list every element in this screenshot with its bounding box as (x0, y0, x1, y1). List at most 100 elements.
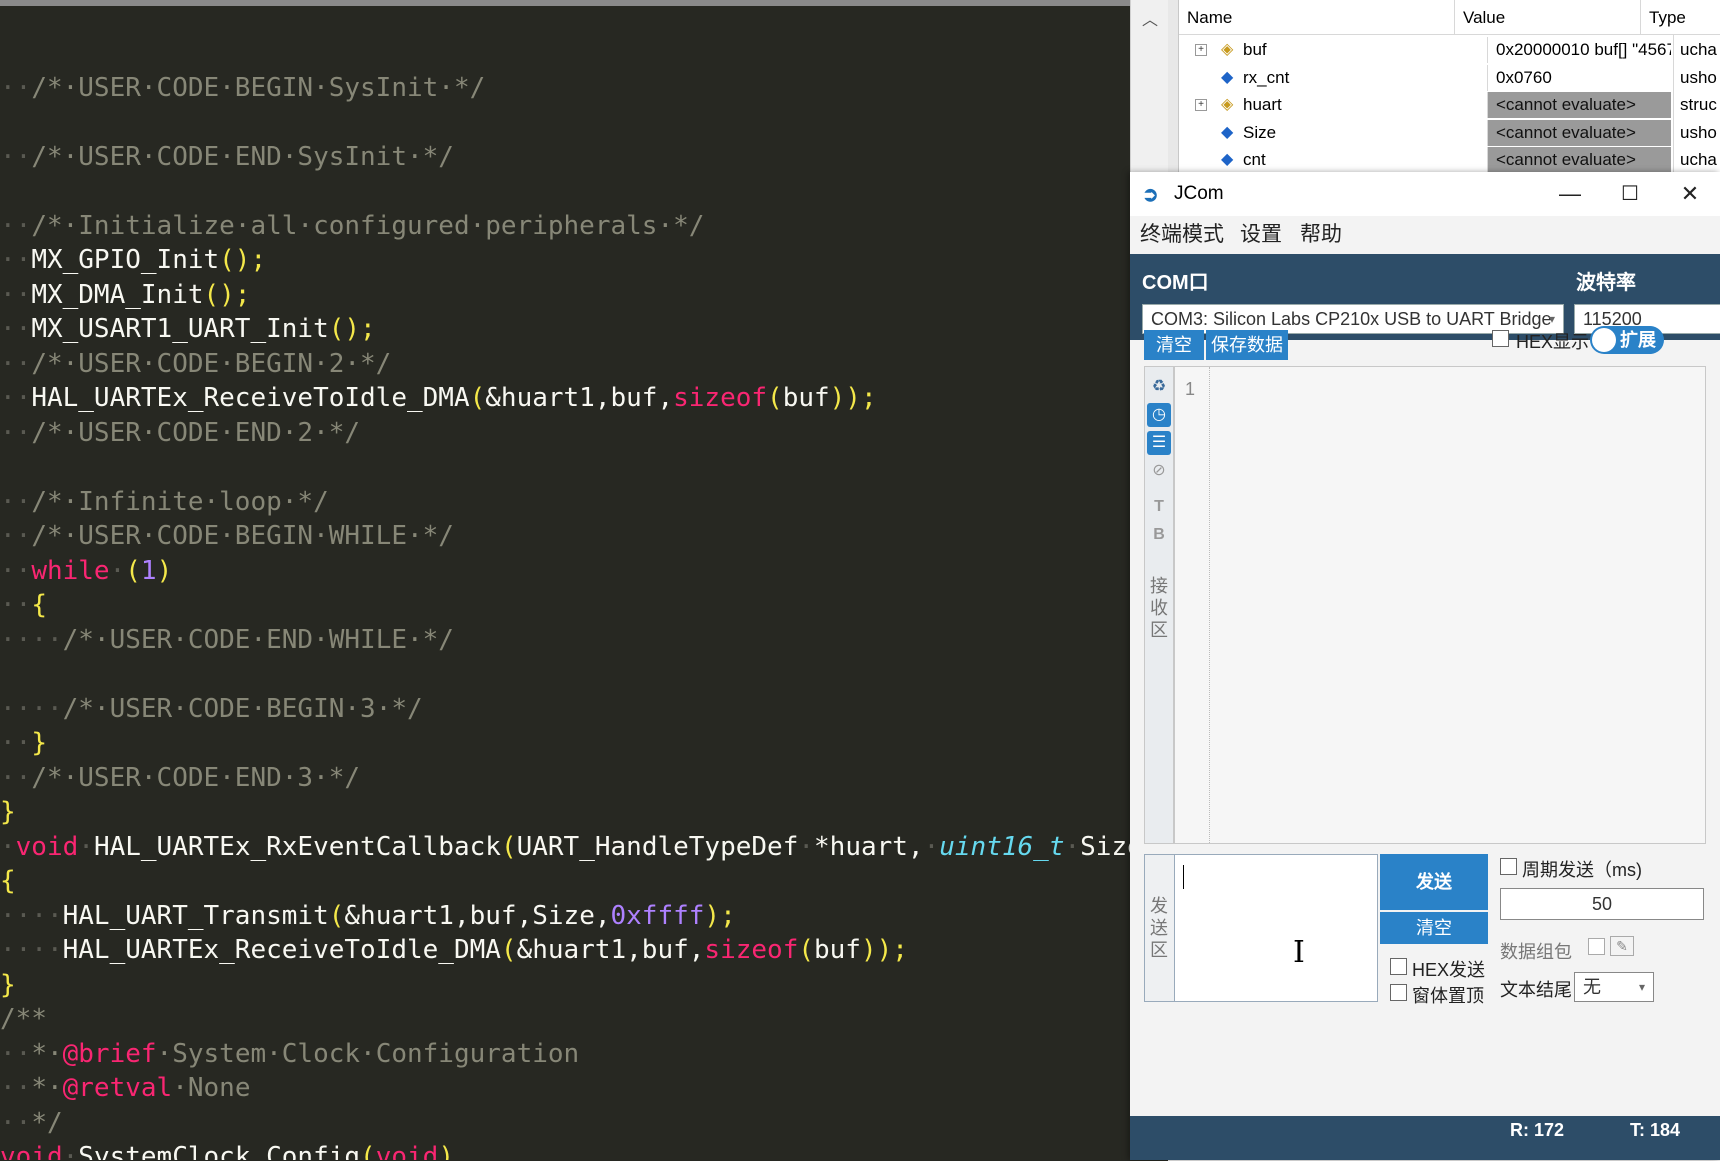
watch-value[interactable]: <cannot evaluate> (1487, 119, 1671, 146)
code-token: /*·Initialize·all·configured·peripherals… (31, 210, 705, 241)
code-token: /*·USER·CODE·END·2·*/ (31, 417, 361, 448)
jcom-titlebar[interactable]: ➲ JCom — ☐ ✕ (1130, 172, 1720, 216)
code-token: ·· (0, 590, 32, 620)
code-token: } (0, 797, 16, 827)
watch-value[interactable]: 0x0760 (1487, 64, 1671, 91)
receive-area[interactable]: 1 (1174, 366, 1706, 844)
watch-row[interactable]: ◆ rx_cnt 0x0760 usho (1179, 62, 1720, 93)
watch-type: struc (1673, 90, 1720, 120)
menu-settings[interactable]: 设置 (1240, 216, 1282, 254)
code-line: ····HAL_UART_Transmit(&huart1,buf,Size,0… (0, 899, 736, 933)
list-icon[interactable]: ☰ (1147, 431, 1171, 455)
code-token: ·· (0, 521, 32, 551)
code-token: buf (814, 935, 861, 965)
minimize-icon[interactable]: — (1540, 172, 1600, 216)
code-token: void (0, 1142, 63, 1160)
code-token: ( (469, 383, 486, 413)
watch-row[interactable]: + ◈ huart <cannot evaluate> struc (1179, 90, 1720, 120)
watch-value[interactable]: 0x20000010 buf[] "4567" (1487, 37, 1671, 63)
clock-icon[interactable]: ◷ (1147, 403, 1171, 427)
code-line: ··MX_GPIO_Init(); (0, 243, 266, 277)
column-header-value[interactable]: Value (1455, 0, 1641, 34)
send-input[interactable]: I (1174, 854, 1378, 1002)
variable-icon: ◆ (1221, 123, 1234, 141)
recv-clear-button[interactable]: 清空 (1144, 330, 1204, 360)
watch-name: huart (1243, 95, 1282, 114)
expand-toggle[interactable]: 扩展 (1590, 326, 1664, 354)
hex-send-checkbox[interactable] (1390, 958, 1407, 975)
periodic-send-label: 周期发送（ms) (1522, 860, 1642, 880)
code-token: 0xffff (610, 900, 705, 931)
watch-row[interactable]: ◆ cnt <cannot evaluate> ucha (1179, 145, 1720, 175)
send-button[interactable]: 发送 (1380, 854, 1488, 910)
packet-checkbox[interactable] (1588, 938, 1605, 955)
watch-value[interactable]: <cannot evaluate> (1487, 147, 1671, 173)
code-token: ·None (172, 1073, 251, 1103)
watch-name: rx_cnt (1243, 67, 1290, 87)
watch-value[interactable]: <cannot evaluate> (1487, 92, 1671, 118)
code-token: /*·USER·CODE·END·WHILE·*/ (62, 624, 454, 655)
menu-terminal-mode[interactable]: 终端模式 (1140, 216, 1224, 254)
struct-var-icon: ◈ (1221, 96, 1234, 113)
periodic-send-checkbox[interactable] (1500, 858, 1517, 875)
code-editor[interactable]: ··/*·USER·CODE·BEGIN·SysInit·*/··/*·USER… (0, 0, 1130, 1160)
column-header-name[interactable]: Name (1179, 0, 1455, 34)
code-token: ( (328, 900, 345, 931)
code-token: (); (203, 279, 251, 310)
code-token: ) (438, 1142, 454, 1160)
column-header-type[interactable]: Type (1641, 0, 1720, 34)
watch-row[interactable]: + ◈ buf 0x20000010 buf[] "4567" ucha (1179, 35, 1720, 65)
code-token: while (31, 555, 110, 586)
eye-off-icon[interactable]: ⊘ (1147, 459, 1171, 483)
code-token: *· (31, 1073, 63, 1103)
recycle-icon[interactable]: ♻ (1147, 375, 1171, 399)
editor-top-border (0, 0, 1130, 6)
watch-row[interactable]: ◆ Size <cannot evaluate> usho (1179, 117, 1720, 148)
code-token: sizeof (704, 935, 799, 965)
watch-type: usho (1673, 117, 1720, 148)
code-token: · (923, 831, 940, 862)
topmost-checkbox[interactable] (1390, 984, 1407, 1001)
expand-label: 扩展 (1620, 330, 1656, 350)
code-line: ··MX_USART1_UART_Init(); (0, 312, 376, 346)
expand-plus-icon[interactable]: + (1195, 44, 1207, 56)
variable-icon: ◆ (1221, 151, 1234, 168)
struct-var-icon: ◈ (1221, 41, 1234, 58)
code-token: } (31, 728, 47, 758)
recv-area-label-3: 区 (1150, 620, 1168, 640)
close-icon[interactable]: ✕ (1660, 172, 1720, 216)
code-token: { (0, 866, 16, 896)
code-token: ·· (0, 555, 32, 586)
code-token: ·· (0, 383, 32, 413)
code-line: { (0, 864, 16, 898)
code-token: ·· (0, 417, 32, 448)
code-token: void (15, 831, 79, 862)
code-line: ··/*·USER·CODE·END·3·*/ (0, 761, 360, 795)
status-bar: R: 172 T: 184 (1130, 1116, 1720, 1160)
edit-pencil-icon[interactable]: ✎ (1610, 936, 1634, 956)
watch-left-strip (1168, 0, 1179, 172)
hex-display-checkbox[interactable] (1492, 330, 1509, 347)
code-token: ); (704, 900, 736, 931)
code-token: ···· (0, 693, 63, 724)
code-token: buf (782, 383, 830, 413)
ibeam-cursor-icon: I (1293, 935, 1305, 970)
save-data-button[interactable]: 保存数据 (1206, 330, 1288, 360)
window-title: JCom (1174, 183, 1224, 204)
rx-count: R: 172 (1510, 1120, 1565, 1140)
binary-mode-icon[interactable]: B (1147, 523, 1171, 547)
period-input[interactable]: 50 (1500, 888, 1704, 920)
code-token: ···· (0, 935, 63, 965)
code-line: ··/*·USER·CODE·BEGIN·SysInit·*/ (0, 71, 485, 105)
text-mode-icon[interactable]: T (1147, 495, 1171, 519)
maximize-icon[interactable]: ☐ (1600, 172, 1660, 216)
code-line: ··/*·Initialize·all·configured·periphera… (0, 209, 704, 243)
scroll-up-arrow-icon[interactable]: ︿ (1131, 6, 1169, 30)
code-token: HAL_UARTEx_ReceiveToIdle_DMA (31, 383, 470, 413)
menu-bar: 终端模式 设置 帮助 (1130, 216, 1720, 254)
expand-plus-icon[interactable]: + (1195, 99, 1207, 111)
tail-select[interactable]: 无 ▾ (1574, 972, 1654, 1002)
menu-help[interactable]: 帮助 (1300, 216, 1342, 254)
send-clear-button[interactable]: 清空 (1380, 912, 1488, 944)
recv-area-label-1: 接 (1150, 576, 1168, 596)
